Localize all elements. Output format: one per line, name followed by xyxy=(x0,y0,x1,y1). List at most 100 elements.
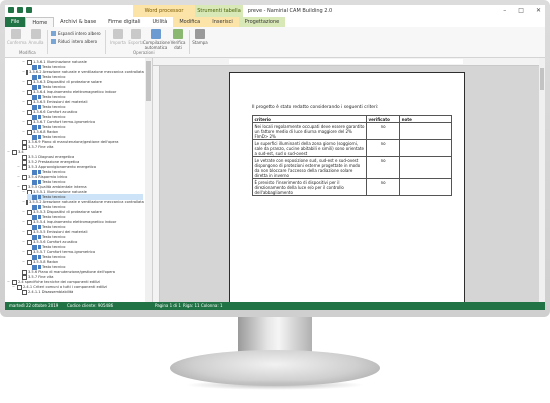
expand-toggle-icon[interactable]: − xyxy=(22,199,25,205)
table-row[interactable]: È previsto l'inserimento di dispositivi … xyxy=(251,178,452,196)
cell-criterio[interactable]: È previsto l'inserimento di dispositivi … xyxy=(251,178,368,196)
status-bar: martedì 22 ottobre 2019 Codice cliente: … xyxy=(5,302,545,310)
expand-toggle-icon[interactable]: − xyxy=(22,249,26,255)
close-icon[interactable]: ✕ xyxy=(536,7,541,14)
minimize-icon[interactable]: – xyxy=(503,7,506,14)
tab-modifica[interactable]: Modifica xyxy=(173,17,207,27)
document-scroll-thumb[interactable] xyxy=(540,68,544,90)
criteria-table[interactable]: criterio verificato note Nei locali rego… xyxy=(251,115,452,196)
expand-toggle-icon[interactable]: − xyxy=(7,279,11,285)
document-scrollbar[interactable] xyxy=(539,58,545,302)
expand-toggle-icon[interactable]: − xyxy=(22,189,26,195)
expand-toggle-icon[interactable]: − xyxy=(22,129,26,135)
tree-checkbox[interactable] xyxy=(22,289,27,295)
cell-note[interactable] xyxy=(399,178,452,196)
expand-toggle-icon[interactable]: − xyxy=(22,219,26,225)
expand-toggle-icon[interactable]: − xyxy=(22,209,26,215)
print-button[interactable]: Stampa xyxy=(191,29,209,45)
tab-progettazione[interactable]: Progettazione xyxy=(238,17,286,27)
context-group-word-processor: Word processor xyxy=(133,5,195,17)
status-date: martedì 22 ottobre 2019 xyxy=(9,303,59,308)
table-row[interactable]: Nei locali regolarmente occupati deve es… xyxy=(251,122,452,140)
vertical-ruler[interactable] xyxy=(153,66,160,302)
expand-toggle-icon[interactable]: − xyxy=(22,109,26,115)
ribbon: Conferma Annulla Espandi intero albero R… xyxy=(5,27,545,58)
cell-verificato[interactable]: no xyxy=(366,122,401,140)
import-icon xyxy=(113,29,123,39)
export-icon xyxy=(131,29,141,39)
table-header-row: criterio verificato note xyxy=(251,115,452,123)
cell-note[interactable] xyxy=(399,139,452,157)
expand-toggle-icon[interactable]: − xyxy=(22,229,26,235)
header-note: note xyxy=(399,115,452,123)
document-page[interactable]: Il progetto è stato redatto considerando… xyxy=(229,72,465,302)
print-icon xyxy=(195,29,205,39)
ribbon-separator xyxy=(105,30,106,54)
check-icon xyxy=(11,29,21,39)
tree-scroll-thumb[interactable] xyxy=(146,61,151,101)
quick-access-toolbar xyxy=(8,7,32,13)
expand-toggle-icon[interactable]: − xyxy=(17,184,21,190)
ribbon-separator xyxy=(47,30,48,54)
expand-toggle-icon[interactable]: − xyxy=(17,174,21,180)
expand-toggle-icon[interactable]: − xyxy=(22,59,26,65)
expand-toggle-icon[interactable]: − xyxy=(22,69,25,75)
cell-verificato[interactable]: no xyxy=(366,156,401,179)
group-label-operazioni: Operazioni xyxy=(133,50,155,55)
window-controls: – □ ✕ xyxy=(503,7,541,14)
tree-scrollbar[interactable] xyxy=(145,58,153,302)
expand-toggle-icon[interactable]: − xyxy=(22,239,26,245)
expand-toggle-icon[interactable]: − xyxy=(22,79,26,85)
undo-icon[interactable] xyxy=(17,7,23,13)
cancel-button[interactable]: Annulla xyxy=(27,29,45,45)
monitor-bezel: Word processor Strumenti tabella preve -… xyxy=(0,0,550,317)
ribbon-separator xyxy=(189,30,190,54)
tab-home[interactable]: Home xyxy=(25,16,55,28)
verify-icon xyxy=(173,29,183,39)
cell-note[interactable] xyxy=(399,156,452,179)
cell-criterio[interactable]: Le superfici illuminanti della zona gior… xyxy=(251,139,368,157)
expand-tree-button[interactable]: Espandi intero albero xyxy=(51,31,101,36)
expand-toggle-icon[interactable]: − xyxy=(22,99,26,105)
header-verificato: verificato xyxy=(366,115,401,123)
tab-archivi[interactable]: Archivi & base xyxy=(54,17,102,27)
expand-toggle-icon[interactable]: − xyxy=(12,284,16,290)
verify-button[interactable]: Verifica dati xyxy=(169,29,187,50)
expand-toggle-icon[interactable]: − xyxy=(22,89,26,95)
ribbon-tabs: File Home Archivi & base Firme digitali … xyxy=(5,16,545,28)
tree-item[interactable]: 2.4.1.1 Disassemblabilità xyxy=(17,289,143,295)
expand-toggle-icon[interactable]: − xyxy=(22,119,26,125)
expand-toggle-icon[interactable]: − xyxy=(7,149,11,155)
status-page: Pagina 1 di 1 xyxy=(155,303,181,308)
collapse-tree-button[interactable]: Riduci intero albero xyxy=(51,39,97,44)
tab-inserisci[interactable]: Inserisci xyxy=(206,17,239,27)
maximize-icon[interactable]: □ xyxy=(518,7,524,14)
cell-note[interactable] xyxy=(399,122,452,140)
expand-icon xyxy=(51,31,56,36)
cell-verificato[interactable]: no xyxy=(366,139,401,157)
tab-file[interactable]: File xyxy=(5,17,26,27)
confirm-button[interactable]: Conferma xyxy=(7,29,27,45)
tab-firme-digitali[interactable]: Firme digitali xyxy=(102,17,146,27)
table-row[interactable]: Le superfici illuminanti della zona gior… xyxy=(251,139,452,157)
status-row: Riga: 11 xyxy=(183,303,200,308)
auto-fill-button[interactable]: Compilazione automatica xyxy=(143,29,170,50)
cell-criterio[interactable]: Le vetrate con esposizione sud, sud-est … xyxy=(251,156,368,179)
group-label-modifica: Modifica xyxy=(19,50,36,55)
cell-criterio[interactable]: Nei locali regolarmente occupati deve es… xyxy=(251,122,368,140)
redo-icon[interactable] xyxy=(26,7,32,13)
save-icon[interactable] xyxy=(8,7,14,13)
status-column: Colonna: 1 xyxy=(201,303,223,308)
window-title: preve - Namirial CAM Building 2.0 xyxy=(247,8,333,14)
auto-fill-icon xyxy=(151,29,161,39)
horizontal-ruler[interactable] xyxy=(153,58,545,66)
undo-icon xyxy=(31,29,41,39)
tab-utilita[interactable]: Utilità xyxy=(147,17,174,27)
document-area: Il progetto è stato redatto considerando… xyxy=(153,58,545,302)
app-window: Word processor Strumenti tabella preve -… xyxy=(5,5,545,310)
cell-verificato[interactable]: no xyxy=(366,178,401,196)
table-row[interactable]: Le vetrate con esposizione sud, sud-est … xyxy=(251,156,452,179)
import-button[interactable]: Importa xyxy=(109,29,127,45)
expand-toggle-icon[interactable]: − xyxy=(22,259,26,265)
expand-toggle-icon[interactable]: − xyxy=(17,164,21,170)
